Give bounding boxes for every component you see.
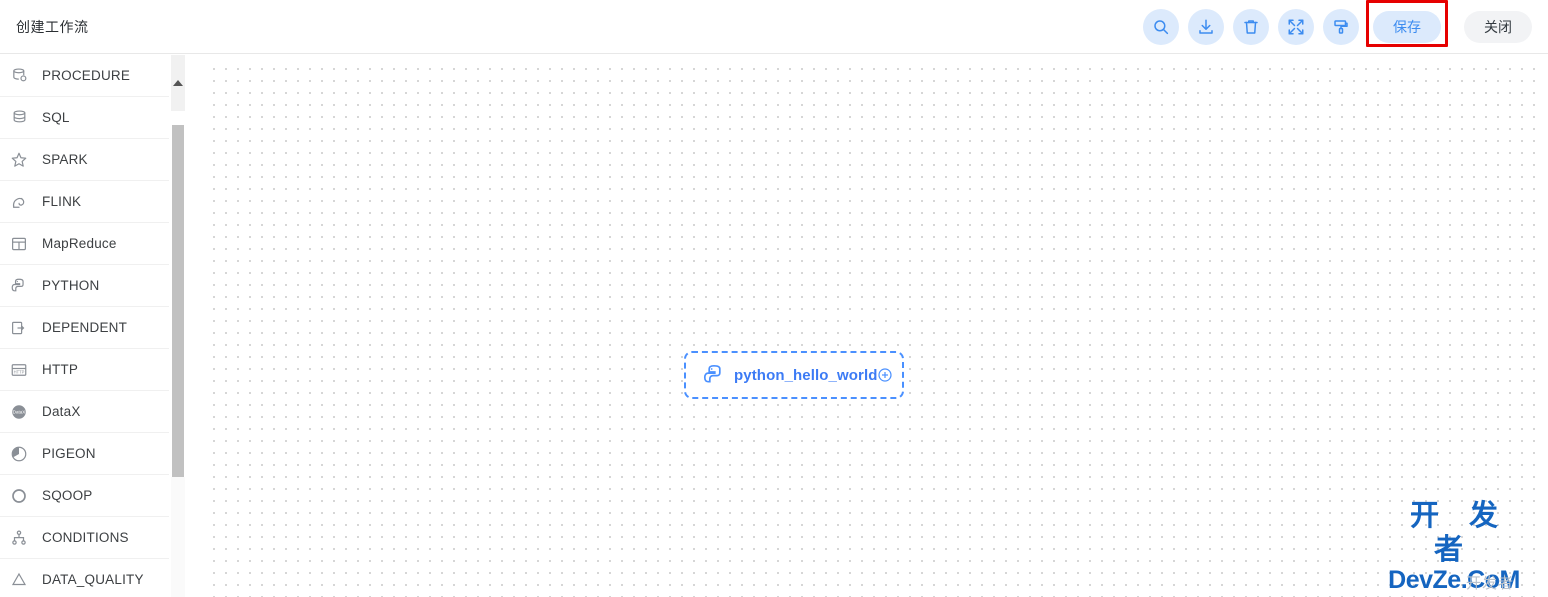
format-icon-button[interactable]	[1323, 9, 1359, 45]
sidebar-item-label: FLINK	[42, 194, 82, 209]
sidebar-item-data-quality[interactable]: DATA_QUALITY	[0, 559, 169, 597]
sidebar-item-label: CONDITIONS	[42, 530, 129, 545]
close-button[interactable]: 关闭	[1464, 11, 1532, 43]
download-icon	[1197, 18, 1215, 36]
sidebar-item-dependent[interactable]: DEPENDENT	[0, 307, 169, 349]
sidebar-item-label: MapReduce	[42, 236, 117, 251]
flink-squirrel-icon	[8, 191, 30, 213]
toolbar: 保存 关闭	[1143, 0, 1532, 54]
spark-star-icon	[8, 149, 30, 171]
sidebar-item-sql[interactable]: SQL	[0, 97, 169, 139]
data-quality-icon	[8, 569, 30, 591]
task-type-sidebar: PROCEDURE SQL SPARK FLINK MapReduce PYTH…	[0, 55, 169, 597]
sidebar-item-label: DATA_QUALITY	[42, 572, 144, 587]
download-icon-button[interactable]	[1188, 9, 1224, 45]
save-button[interactable]: 保存	[1373, 11, 1441, 43]
database-sql-icon	[8, 107, 30, 129]
mapreduce-icon	[8, 233, 30, 255]
sidebar-item-label: SQL	[42, 110, 70, 125]
app-header: 创建工作流 保存 关闭	[0, 0, 1548, 54]
sidebar-item-label: PROCEDURE	[42, 68, 131, 83]
sidebar-item-python[interactable]: PYTHON	[0, 265, 169, 307]
sidebar-item-procedure[interactable]: PROCEDURE	[0, 55, 169, 97]
workflow-node-label: python_hello_world	[734, 366, 878, 384]
canvas-right-edge	[1540, 55, 1548, 597]
search-icon	[1152, 18, 1170, 36]
sidebar-item-pigeon[interactable]: PIGEON	[0, 433, 169, 475]
python-icon	[702, 363, 726, 387]
sidebar-scrollbar-thumb[interactable]	[172, 125, 184, 477]
database-procedure-icon	[8, 65, 30, 87]
watermark-line-1: 开 发 者	[1409, 500, 1510, 566]
conditions-tree-icon	[8, 527, 30, 549]
sidebar-item-label: PYTHON	[42, 278, 100, 293]
sidebar-item-conditions[interactable]: CONDITIONS	[0, 517, 169, 559]
page-title: 创建工作流	[16, 18, 89, 35]
delete-icon-button[interactable]	[1233, 9, 1269, 45]
dependent-icon	[8, 317, 30, 339]
sidebar-item-label: PIGEON	[42, 446, 96, 461]
sidebar-item-datax[interactable]: DataX DataX	[0, 391, 169, 433]
datax-icon: DataX	[8, 401, 30, 423]
svg-text:DataX: DataX	[13, 409, 26, 414]
pigeon-icon	[8, 443, 30, 465]
svg-text:HTTP: HTTP	[14, 369, 25, 374]
python-icon	[8, 275, 30, 297]
sidebar-item-label: HTTP	[42, 362, 79, 377]
watermark-ghost-text: 开发者	[1465, 575, 1514, 592]
delete-icon	[1242, 18, 1260, 36]
sidebar-scrollbar-lower-track[interactable]	[171, 477, 185, 597]
sqoop-circle-icon	[8, 485, 30, 507]
sidebar-item-http[interactable]: HTTP HTTP	[0, 349, 169, 391]
sidebar-item-spark[interactable]: SPARK	[0, 139, 169, 181]
search-icon-button[interactable]	[1143, 9, 1179, 45]
http-icon: HTTP	[8, 359, 30, 381]
fullscreen-icon-button[interactable]	[1278, 9, 1314, 45]
sidebar-item-label: SQOOP	[42, 488, 93, 503]
sidebar-scroll-up-button[interactable]	[171, 55, 185, 111]
sidebar-item-label: DEPENDENT	[42, 320, 128, 335]
chevron-up-icon	[173, 80, 183, 86]
sidebar-item-label: DataX	[42, 404, 81, 419]
fullscreen-icon	[1287, 18, 1305, 36]
sidebar-item-flink[interactable]: FLINK	[0, 181, 169, 223]
sidebar-item-mapreduce[interactable]: MapReduce	[0, 223, 169, 265]
format-icon	[1332, 18, 1350, 36]
plus-circle-icon[interactable]	[877, 367, 893, 383]
sidebar-item-sqoop[interactable]: SQOOP	[0, 475, 169, 517]
workflow-canvas[interactable]: python_hello_world 开 发 者 DevZe.CoM 开发者	[207, 60, 1540, 597]
workflow-node-python-hello-world[interactable]: python_hello_world	[684, 351, 904, 399]
save-button-wrapper: 保存	[1366, 0, 1448, 47]
sidebar-item-label: SPARK	[42, 152, 88, 167]
